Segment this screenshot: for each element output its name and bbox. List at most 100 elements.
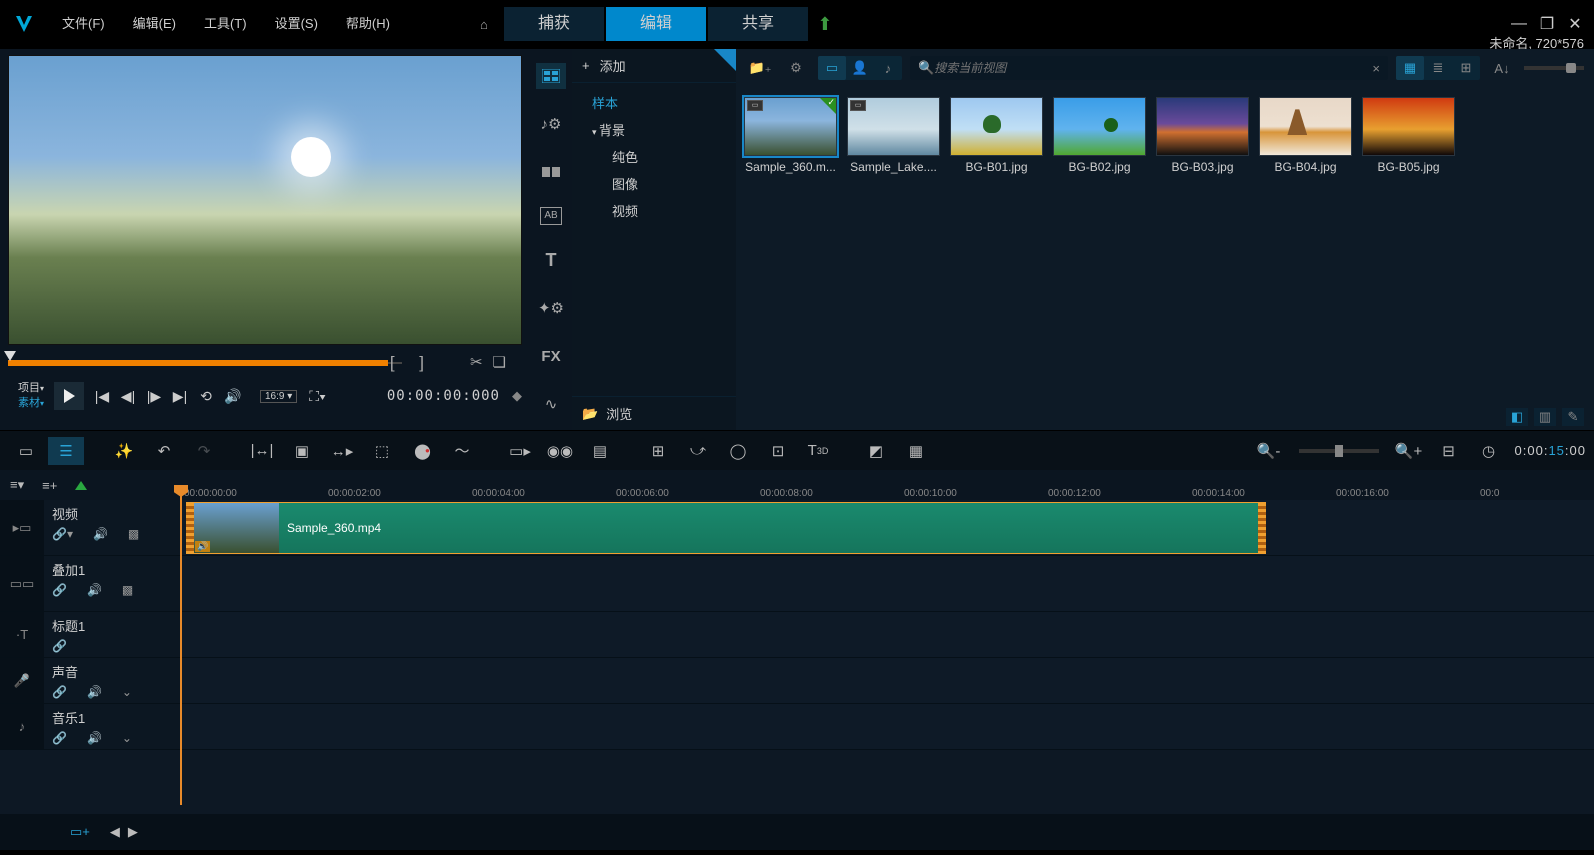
menu-edit[interactable]: 编辑(E) [119, 8, 190, 40]
library-search[interactable]: 🔍 × [910, 56, 1388, 80]
library-item[interactable]: BG-B02.jpg [1053, 97, 1146, 174]
tool-pan-zoom-icon[interactable]: ↔▸ [324, 437, 360, 465]
rail-fx-icon[interactable]: FX [536, 343, 566, 369]
fx-slot-icon[interactable]: ▩ [122, 583, 133, 597]
panel-edit-icon[interactable]: ✎ [1562, 408, 1584, 426]
library-item[interactable]: BG-B05.jpg [1362, 97, 1455, 174]
tool-loop-icon[interactable]: ◯ [720, 437, 756, 465]
link-icon[interactable]: 🔗▾ [52, 527, 73, 541]
clip-handle-left[interactable] [186, 503, 194, 553]
filter-photo-icon[interactable]: 👤 [846, 56, 874, 80]
page-next-icon[interactable]: ▶ [128, 824, 146, 839]
filter-video-icon[interactable]: ▭ [818, 56, 846, 80]
rail-media-icon[interactable] [536, 63, 566, 89]
mode-capture[interactable]: 捕获 [504, 7, 604, 41]
zoom-slider[interactable] [1299, 449, 1379, 453]
go-end-button[interactable]: ▶| [172, 388, 188, 405]
close-button[interactable]: ✕ [1564, 14, 1586, 34]
next-frame-button[interactable]: |▶ [146, 388, 162, 405]
tree-background[interactable]: ▾ 背景 [572, 116, 736, 143]
mute-icon[interactable]: 🔊 [87, 731, 102, 745]
preview-canvas[interactable] [8, 55, 522, 345]
rail-path-icon[interactable]: ∿ [536, 391, 566, 417]
panel-toggle-1-icon[interactable]: ◧ [1506, 408, 1528, 426]
tree-solid[interactable]: 纯色 [572, 143, 736, 170]
go-start-button[interactable]: |◀ [94, 388, 110, 405]
tool-filter-icon[interactable]: ▦ [898, 437, 934, 465]
library-browse-button[interactable]: 📂 浏览 [572, 396, 736, 430]
track-up-icon[interactable] [75, 481, 87, 490]
tool-3d-title-icon[interactable]: T3D [800, 437, 836, 465]
expand-icon[interactable]: ⌄ [122, 731, 132, 745]
loop-button[interactable]: ⟲ [198, 388, 214, 405]
play-button[interactable] [54, 382, 84, 410]
tool-resize-icon[interactable]: ⬚ [364, 437, 400, 465]
tree-video[interactable]: 视频 [572, 197, 736, 224]
minimize-button[interactable]: — [1508, 15, 1530, 33]
tool-grid-icon[interactable]: ⊞ [640, 437, 676, 465]
snapshot-icon[interactable]: ❏ [493, 354, 516, 371]
clip-handle-right[interactable] [1258, 503, 1266, 553]
track-lane[interactable] [180, 704, 1594, 749]
view-list-icon[interactable]: ≣ [1424, 56, 1452, 80]
mute-icon[interactable]: 🔊 [87, 685, 102, 699]
library-item[interactable]: ▭ Sample_360.m... [744, 97, 837, 174]
tool-multi-icon[interactable]: ◉◉ [542, 437, 578, 465]
search-clear-icon[interactable]: × [1372, 61, 1380, 76]
link-icon[interactable]: 🔗 [52, 583, 67, 597]
split-icon[interactable]: ✂ [470, 354, 493, 371]
track-icon-video[interactable]: ▸▭ [0, 500, 44, 555]
track-icon-sound[interactable]: 🎤 [0, 658, 44, 703]
redo-button[interactable]: ↷ [186, 437, 222, 465]
duration-icon[interactable]: ◷ [1471, 437, 1507, 465]
aspect-ratio-selector[interactable]: 16:9 ▾ [260, 390, 297, 403]
track-lane[interactable]: Sample_360.mp4 🔊 [180, 500, 1594, 555]
tool-chapter-icon[interactable]: ▭▸ [502, 437, 538, 465]
library-item[interactable]: BG-B04.jpg [1259, 97, 1352, 174]
mute-icon[interactable]: 🔊 [87, 583, 102, 597]
maximize-button[interactable]: ❐ [1536, 14, 1558, 34]
mute-icon[interactable]: 🔊 [93, 527, 108, 541]
sort-icon[interactable]: A↓ [1488, 56, 1516, 80]
preview-mode-project[interactable]: 项目▾ [8, 381, 44, 396]
filter-audio-icon[interactable]: ♪ [874, 56, 902, 80]
page-prev-icon[interactable]: ◀ [110, 824, 128, 839]
panel-toggle-2-icon[interactable]: ▥ [1534, 408, 1556, 426]
zoom-out-icon[interactable]: 🔍- [1251, 437, 1287, 465]
upload-icon[interactable]: ⬆ [810, 14, 840, 35]
menu-help[interactable]: 帮助(H) [332, 8, 404, 40]
undo-button[interactable]: ↶ [146, 437, 182, 465]
link-icon[interactable]: 🔗 [52, 731, 67, 745]
scrub-bar[interactable]: [ ] ✂❏ [8, 353, 522, 373]
track-icon-title[interactable]: ·T [0, 612, 44, 657]
home-button[interactable]: ⌂ [464, 17, 504, 32]
tool-tracker-icon[interactable]: ⊡ [760, 437, 796, 465]
fit-timeline-icon[interactable]: ⊟ [1431, 437, 1467, 465]
tool-audio-mixer-icon[interactable]: 〜 [444, 437, 480, 465]
rail-audio-icon[interactable]: ♪⚙ [536, 111, 566, 137]
tool-fx-icon[interactable]: ✨ [106, 437, 142, 465]
tool-crop-icon[interactable]: ▣ [284, 437, 320, 465]
library-add-button[interactable]: + 添加 [572, 49, 736, 83]
library-item[interactable]: BG-B01.jpg [950, 97, 1043, 174]
tool-subtitle-icon[interactable]: ▤ [582, 437, 618, 465]
volume-button[interactable]: 🔊 [224, 388, 240, 405]
preview-mode-clip[interactable]: 素材▾ [8, 396, 44, 411]
view-grid-icon[interactable]: ⊞ [1452, 56, 1480, 80]
timeline-duration[interactable]: 0:00:15:00 [1515, 443, 1586, 459]
track-lane[interactable] [180, 556, 1594, 611]
search-input[interactable] [934, 61, 1372, 75]
fx-slot-icon[interactable]: ▩ [128, 527, 139, 541]
track-options-icon[interactable]: ≡▾ [10, 477, 24, 493]
tool-record-icon[interactable]: ⬤● [404, 437, 440, 465]
track-lane[interactable] [180, 612, 1594, 657]
track-add-icon[interactable]: ≡+ [42, 478, 57, 493]
expand-icon[interactable]: ⌄ [122, 685, 132, 699]
rail-text-icon[interactable]: T [536, 247, 566, 273]
timeline-view-icon[interactable]: ☰ [48, 437, 84, 465]
menu-tools[interactable]: 工具(T) [190, 8, 261, 40]
library-item[interactable]: BG-B03.jpg [1156, 97, 1249, 174]
playhead[interactable] [180, 485, 182, 805]
link-icon[interactable]: 🔗 [52, 639, 67, 653]
prev-frame-button[interactable]: ◀| [120, 388, 136, 405]
